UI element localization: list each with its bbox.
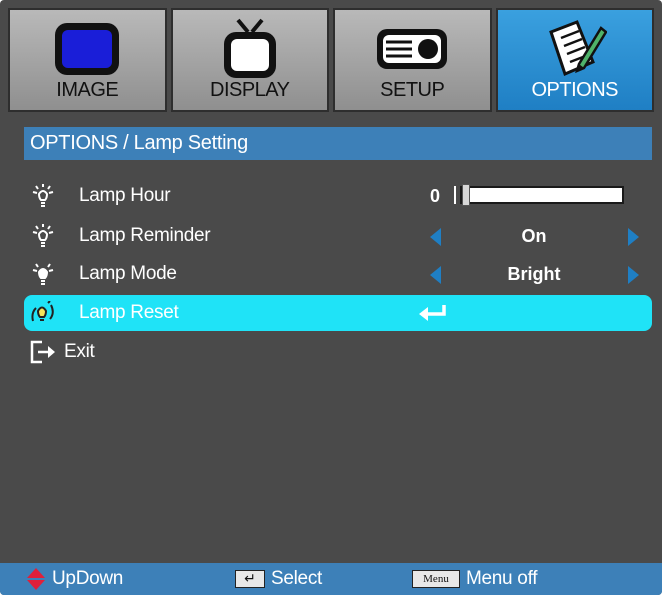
- enter-icon: [419, 305, 446, 321]
- footer-updown-label: UpDown: [52, 568, 124, 589]
- footer-updown: UpDown: [26, 563, 123, 595]
- monitor-icon: [55, 23, 120, 75]
- lamp-icon: [32, 184, 54, 207]
- lamp-icon: [32, 224, 54, 247]
- menu-item-exit[interactable]: Exit: [24, 334, 652, 370]
- tab-setup[interactable]: SETUP: [333, 8, 492, 112]
- menu-item-label: Lamp Hour: [79, 185, 171, 206]
- lamp-reset-icon: [31, 301, 54, 322]
- footer-hint-bar: UpDown ↵ Select Menu Menu off: [0, 563, 662, 595]
- footer-menu-off-label: Menu off: [466, 568, 538, 589]
- footer-select: ↵ Select: [235, 563, 322, 595]
- osd-menu: IMAGE DISPLAY SETUP OPTIONS OPTIONS / La…: [0, 0, 662, 595]
- tab-display[interactable]: DISPLAY: [170, 8, 329, 112]
- lamp-mode-value: Bright: [507, 264, 561, 284]
- menu-item-lamp-hour[interactable]: Lamp Hour 0: [24, 178, 652, 214]
- tab-display-label: DISPLAY: [210, 79, 290, 101]
- lamp-reminder-value: On: [521, 226, 547, 246]
- exit-icon: [30, 340, 55, 364]
- lamp-hour-slider[interactable]: [454, 184, 624, 206]
- tab-options-label: OPTIONS: [531, 79, 618, 101]
- menu-key-icon: Menu: [412, 570, 460, 588]
- arrow-left-icon[interactable]: [430, 266, 441, 284]
- arrow-left-icon[interactable]: [430, 228, 441, 246]
- menu-item-lamp-reminder[interactable]: Lamp Reminder On: [24, 218, 652, 254]
- arrow-right-icon[interactable]: [628, 228, 639, 246]
- menu-item-label: Exit: [64, 341, 95, 362]
- arrow-right-icon[interactable]: [628, 266, 639, 284]
- menu-item-lamp-reset[interactable]: Lamp Reset: [24, 295, 652, 331]
- lamp-icon: [32, 263, 54, 285]
- menu-item-lamp-mode[interactable]: Lamp Mode Bright: [24, 256, 652, 292]
- tab-image-label: IMAGE: [56, 79, 119, 101]
- slider-tick: [454, 186, 456, 204]
- menu-item-label: Lamp Reset: [79, 302, 179, 323]
- tab-setup-label: SETUP: [380, 79, 445, 101]
- tab-image[interactable]: IMAGE: [8, 8, 167, 112]
- tv-icon: [223, 18, 276, 78]
- menu-item-label: Lamp Reminder: [79, 225, 211, 246]
- menu-item-label: Lamp Mode: [79, 263, 177, 284]
- updown-icon: [27, 568, 45, 590]
- tab-options[interactable]: OPTIONS: [495, 8, 654, 112]
- tab-bar: IMAGE DISPLAY SETUP OPTIONS: [8, 8, 654, 112]
- projector-icon: [377, 29, 448, 69]
- lamp-hour-value: 0: [430, 186, 441, 206]
- page-title: OPTIONS / Lamp Setting: [24, 127, 652, 160]
- enter-button[interactable]: [418, 304, 448, 328]
- footer-menu-off: Menu Menu off: [412, 563, 538, 595]
- notepad-pencil-icon: [548, 20, 607, 77]
- footer-select-label: Select: [271, 568, 323, 589]
- enter-key-icon: ↵: [235, 570, 265, 588]
- slider-thumb[interactable]: [462, 184, 470, 206]
